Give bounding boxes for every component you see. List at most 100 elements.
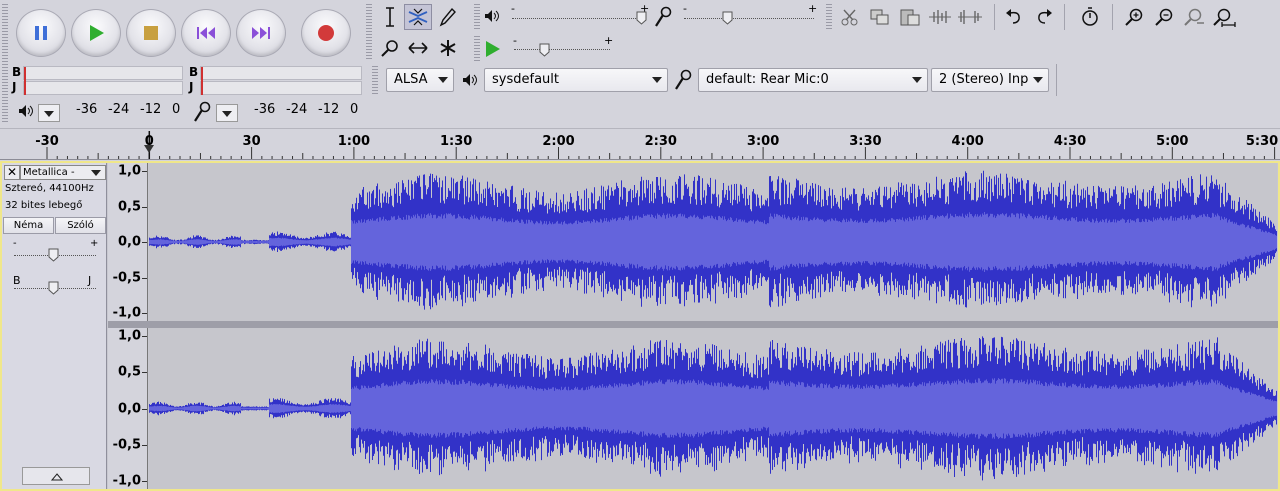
ruler-label: 2:00 (542, 134, 575, 149)
time-shift-tool[interactable] (404, 35, 432, 61)
redo-button[interactable] (1030, 4, 1058, 30)
close-icon: ✕ (6, 165, 18, 179)
play-at-speed-button[interactable] (478, 36, 506, 62)
record-meter-right-label: J (189, 80, 194, 94)
silence-audio-button[interactable] (956, 4, 984, 30)
zoom-out-button[interactable] (1150, 4, 1178, 30)
ruler-label: 3:30 (849, 134, 882, 149)
pause-icon (35, 26, 47, 40)
amplitude-tick (142, 481, 147, 482)
amplitude-tick (142, 206, 147, 208)
record-volume-slider[interactable] (722, 11, 733, 28)
trim-audio-button[interactable] (926, 4, 954, 30)
playback-volume-track (512, 18, 646, 19)
track-control-panel[interactable]: ✕ Metallica - Sztereó, 44100Hz 32 bites … (2, 163, 107, 489)
track-bitdepth-info: 32 bites lebegő (5, 200, 83, 211)
speed-track (514, 49, 610, 50)
playback-volume-min: - (511, 2, 515, 15)
pan-slider[interactable] (48, 281, 59, 298)
amplitude-label: 1,0 (117, 328, 141, 344)
pan-right-label: J (88, 274, 92, 287)
waveform-right-channel[interactable] (149, 328, 1277, 489)
recording-channels-select[interactable]: 2 (Stereo) Inp (931, 68, 1049, 92)
amplitude-ruler-right[interactable]: 1,0 0,5 0,0 -0,5 -1,0 (108, 328, 148, 489)
microphone-icon (654, 6, 672, 31)
track-menu-button[interactable]: Metallica - (20, 165, 106, 180)
play-speed-slider[interactable] (539, 43, 550, 60)
meter-toolbar-grip[interactable] (2, 64, 8, 122)
ruler-label: 0 (144, 134, 154, 149)
record-meter-right[interactable] (200, 81, 362, 95)
record-meter-left-label: B (189, 65, 199, 79)
fit-selection-icon (1184, 8, 1204, 26)
amplitude-label: -0,5 (112, 437, 141, 453)
gain-slider[interactable] (48, 248, 59, 265)
play-button[interactable] (71, 9, 121, 57)
collapse-track-button[interactable] (22, 467, 90, 485)
pan-left-label: B (13, 274, 21, 287)
amplitude-label: -1,0 (112, 473, 141, 489)
record-meter-left[interactable] (200, 66, 362, 80)
track-format-info: Sztereó, 44100Hz (5, 183, 94, 194)
record-volume-min: - (683, 2, 687, 15)
record-scale-12: -12 (318, 102, 340, 117)
amplitude-label: 0,0 (117, 234, 141, 250)
amplitude-tick (142, 171, 147, 172)
playback-device-select[interactable]: sysdefault (484, 68, 668, 92)
draw-tool[interactable] (434, 4, 462, 30)
record-meter-menu[interactable] (216, 104, 238, 122)
timeline-ruler[interactable]: -30 0 30 1:00 1:30 2:00 2:30 3:00 3:30 4:00 4:30 5:… (0, 128, 1280, 160)
cut-button[interactable] (836, 4, 864, 30)
transport-toolbar-grip[interactable] (2, 4, 8, 62)
record-scale-36: -36 (254, 102, 276, 117)
amplitude-ruler-left[interactable]: 1,0 0,5 0,0 -0,5 -1,0 (108, 163, 148, 321)
amplitude-label: 0,5 (117, 199, 141, 214)
playback-scale-36: -36 (76, 102, 98, 117)
device-toolbar-grip[interactable] (372, 66, 378, 94)
mute-button[interactable]: Néma (3, 217, 54, 234)
fit-project-icon (1213, 8, 1236, 27)
playback-meter-left[interactable] (23, 66, 183, 80)
ruler-ticks (46, 131, 1276, 159)
double-arrow-icon (408, 42, 428, 54)
chevron-down-icon (44, 111, 54, 117)
skip-to-start-button[interactable] (181, 9, 231, 57)
redo-icon (1038, 9, 1052, 24)
tools-toolbar-grip[interactable] (366, 4, 372, 60)
selection-tool[interactable] (376, 4, 404, 30)
paste-button[interactable] (896, 4, 924, 30)
playback-meter-right[interactable] (23, 81, 183, 95)
record-button[interactable] (301, 9, 351, 57)
pause-button[interactable] (16, 9, 66, 57)
copy-icon (870, 9, 889, 25)
fit-selection-button[interactable] (1180, 4, 1208, 30)
zoom-in-button[interactable] (1120, 4, 1148, 30)
waveform-right-svg (149, 336, 1277, 481)
undo-button[interactable] (1000, 4, 1028, 30)
track-close-button[interactable]: ✕ (4, 165, 20, 180)
playback-meter-right-label: J (12, 80, 17, 94)
stop-button[interactable] (126, 9, 176, 57)
solo-button[interactable]: Szóló (55, 217, 106, 234)
copy-button[interactable] (866, 4, 894, 30)
record-meter-clip (201, 67, 203, 95)
amplitude-label: -1,0 (112, 305, 141, 321)
playback-meter-menu[interactable] (38, 104, 60, 122)
fit-project-button[interactable] (1210, 4, 1238, 30)
waveform-left-channel[interactable] (149, 163, 1277, 321)
ruler-label: 5:30 (1245, 134, 1279, 149)
asterisk-icon (440, 40, 456, 56)
zoom-tool[interactable] (376, 35, 404, 61)
ruler-label: 4:00 (951, 134, 984, 149)
edit-toolbar-grip[interactable] (826, 4, 832, 30)
chevron-down-icon (1033, 77, 1043, 83)
recording-device-select[interactable]: default: Rear Mic:0 (698, 68, 928, 92)
mixer-toolbar-grip[interactable] (474, 4, 480, 30)
playback-volume-slider[interactable] (636, 11, 647, 28)
audio-host-select[interactable]: ALSA (386, 68, 454, 92)
waveform-left-svg (149, 170, 1277, 310)
envelope-tool[interactable] (404, 4, 432, 30)
skip-to-end-button[interactable] (236, 9, 286, 57)
sync-lock-button[interactable] (1076, 4, 1104, 30)
multi-tool[interactable] (434, 35, 462, 61)
